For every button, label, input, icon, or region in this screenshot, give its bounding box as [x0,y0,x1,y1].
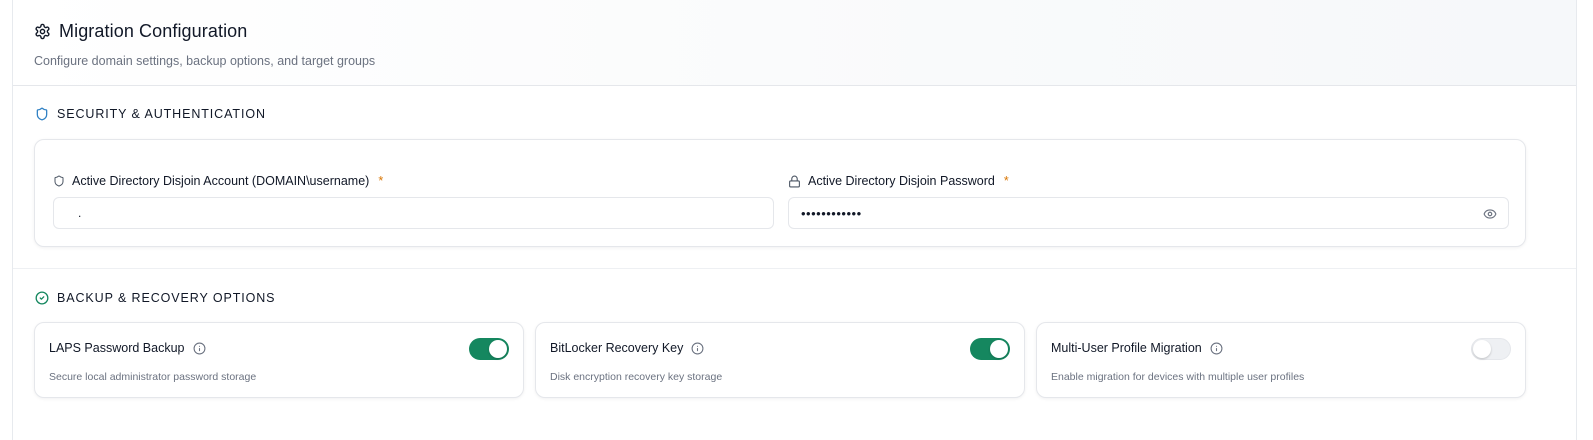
option-title-row: Multi-User Profile Migration [1051,341,1223,355]
password-field-label-row: Active Directory Disjoin Password * [788,174,1009,188]
account-field-label: Active Directory Disjoin Account (DOMAIN… [72,174,370,188]
multi-user-toggle[interactable] [1471,338,1511,360]
option-title: BitLocker Recovery Key [550,341,684,355]
card-header: Migration Configuration Configure domain… [13,0,1576,86]
backup-section-header: BACKUP & RECOVERY OPTIONS [35,291,275,305]
shield-icon [35,107,49,121]
password-field-label: Active Directory Disjoin Password [808,174,995,188]
option-title-row: BitLocker Recovery Key [550,341,704,355]
option-description: Disk encryption recovery key storage [550,371,723,383]
option-title: LAPS Password Backup [49,341,185,355]
page-title: Migration Configuration [59,21,248,41]
eye-icon[interactable] [1482,206,1498,222]
disjoin-account-value: . [78,206,82,220]
lock-icon [788,175,801,188]
security-section-title: SECURITY & AUTHENTICATION [57,107,266,121]
migration-config-card: Migration Configuration Configure domain… [12,0,1577,440]
security-section-header: SECURITY & AUTHENTICATION [35,107,266,121]
disjoin-password-value: •••••••••••• [801,205,862,221]
toggle-knob [1473,340,1491,358]
disjoin-account-input[interactable]: . [53,197,774,229]
check-circle-icon [35,291,49,305]
info-icon[interactable] [691,342,704,355]
option-card-multi-user: Multi-User Profile Migration Enable migr… [1036,322,1526,398]
page-subtitle: Configure domain settings, backup option… [34,54,376,68]
backup-section-title: BACKUP & RECOVERY OPTIONS [57,291,276,305]
toggle-knob [489,340,507,358]
option-title-row: LAPS Password Backup [49,341,206,355]
account-required-mark: * [378,174,384,188]
laps-toggle[interactable] [469,338,509,360]
bitlocker-toggle[interactable] [970,338,1010,360]
header-title-row: Migration Configuration [34,21,247,42]
section-divider [13,268,1576,269]
option-card-bitlocker: BitLocker Recovery Key Disk encryption r… [535,322,1025,398]
option-title: Multi-User Profile Migration [1051,341,1202,355]
account-field-label-row: Active Directory Disjoin Account (DOMAIN… [53,174,383,188]
disjoin-password-input[interactable]: •••••••••••• [788,197,1509,229]
info-icon[interactable] [193,342,206,355]
info-icon[interactable] [1210,342,1223,355]
gear-icon [34,23,51,40]
toggle-knob [990,340,1008,358]
option-card-laps: LAPS Password Backup Secure local admini… [34,322,524,398]
option-description: Enable migration for devices with multip… [1051,371,1305,383]
option-description: Secure local administrator password stor… [49,371,257,383]
password-required-mark: * [1003,174,1009,188]
shield-outline-icon [53,175,65,187]
security-panel: Active Directory Disjoin Account (DOMAIN… [34,139,1526,247]
